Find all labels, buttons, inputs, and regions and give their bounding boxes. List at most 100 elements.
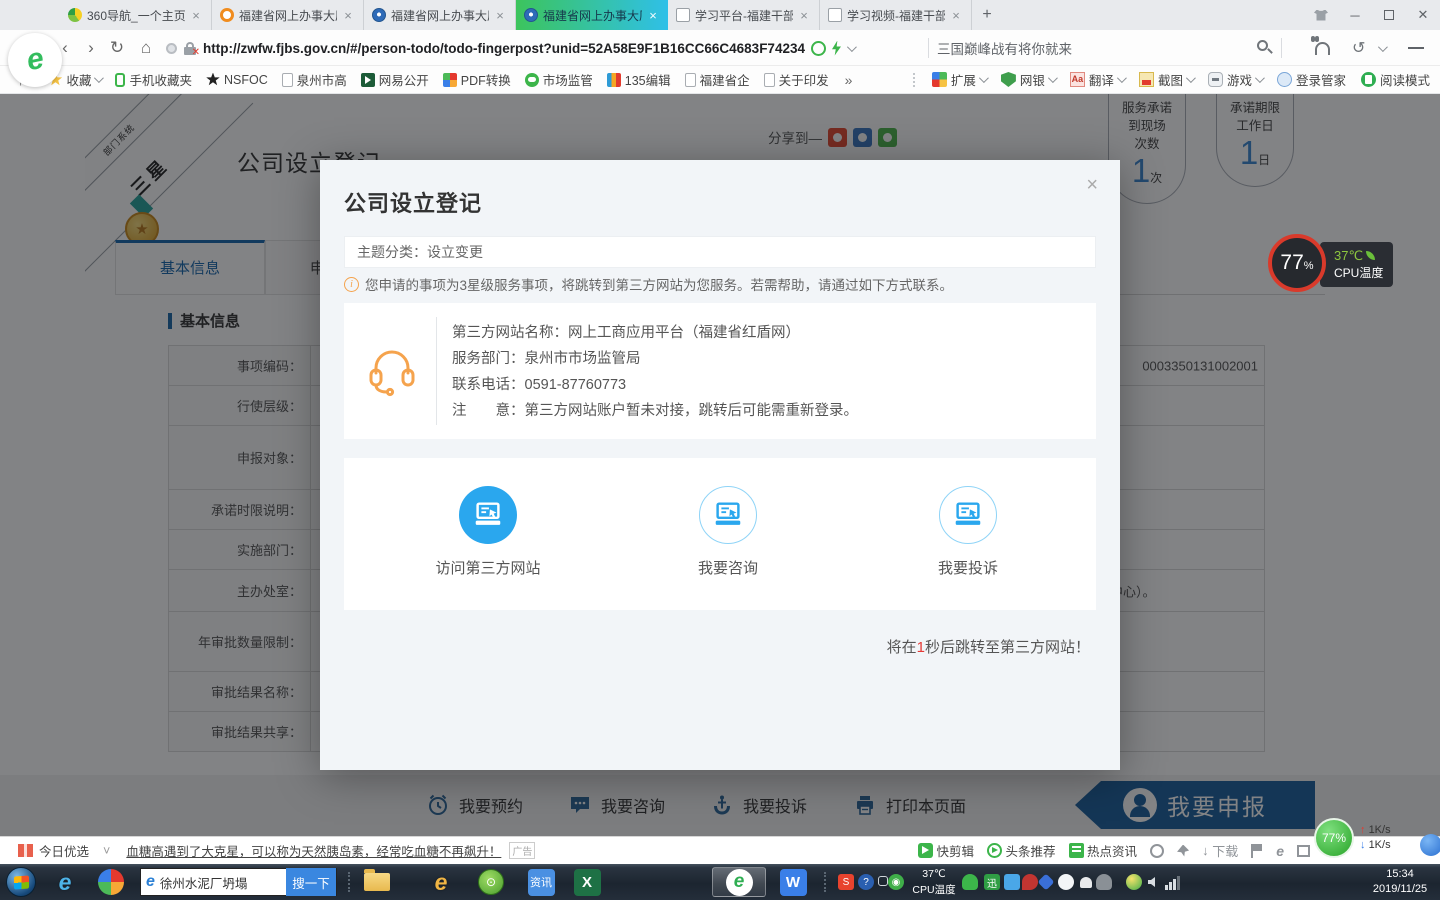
bookmark-fujian[interactable]: 福建省企 [685,70,750,89]
history-icon[interactable] [1150,844,1164,858]
tab-close-icon[interactable]: × [189,8,203,23]
tray-wifi-icon[interactable] [962,874,978,890]
tray-network-icon[interactable] [1164,874,1180,890]
tray-360-ball-icon[interactable] [1126,874,1142,890]
tab-close-icon[interactable]: × [797,8,811,23]
browser-search-box[interactable]: 三国巅峰战有将你就来 [920,34,1290,62]
tray-help-icon[interactable]: ? [858,874,874,890]
taskbar-search-box[interactable]: e 徐州水泥厂坍塌 搜一下 [140,868,337,896]
close-window-button[interactable]: ✕ [1406,0,1440,30]
tab-close-icon[interactable]: × [646,8,660,23]
tray-window-icon[interactable] [878,876,888,886]
gamepad-icon [1208,72,1223,87]
consult-dialog-button[interactable]: 我要咨询 [648,486,808,578]
taskbar-clock[interactable]: 15:34 2019/11/25 [1364,867,1436,897]
address-bar[interactable]: ✕ http://zwfw.fjbs.gov.cn/#/person-todo/… [160,34,910,62]
refresh-button[interactable]: ↻ [104,35,130,61]
url-text[interactable]: http://zwfw.fjbs.gov.cn/#/person-todo/to… [203,41,805,56]
search-icon[interactable] [1257,40,1273,56]
taskbar-zixun[interactable]: 资讯 [524,867,558,897]
speed-mode-icon[interactable] [832,41,841,56]
cpu-monitor-widget[interactable]: 77% 37℃ CPU温度 [1268,234,1393,292]
toolbar-password-manager[interactable]: 登录管家 [1277,70,1346,89]
search-suggestion-text[interactable]: 三国巅峰战有将你就来 [937,38,1257,58]
taskbar-search-button[interactable]: 搜一下 [286,868,336,896]
tray-sogou-icon[interactable]: S [838,874,854,890]
tab-close-icon[interactable]: × [949,8,963,23]
toutiao-shortcut[interactable]: 头条推荐 [987,841,1056,860]
rocket-icon[interactable] [1177,845,1189,857]
taskbar-ie[interactable]: e [48,867,82,897]
chevron-down-icon[interactable] [847,42,857,52]
home-button[interactable]: ⌂ [133,35,159,61]
bookmark-overflow-icon[interactable]: » [845,72,853,88]
new-tab-button[interactable]: + [972,0,1002,30]
window-frame-icon[interactable] [1297,845,1310,857]
ie-compat-icon[interactable]: e [1276,843,1284,859]
redirect-notice: i 您申请的事项为3星级服务事项，将跳转到第三方网站为您服务。若需帮助，请通过如… [344,274,953,294]
browser-tab-study-video[interactable]: 学习视频-福建干部网络学 × [820,0,972,30]
assistant-ball-icon[interactable] [1420,834,1440,856]
bookmark-pdf[interactable]: PDF转换 [443,70,511,89]
tray-bell-icon[interactable] [1078,874,1094,890]
taskbar-360-safety[interactable] [94,867,128,897]
tray-person-icon[interactable] [1096,874,1112,890]
bookmark-mobile-favorites[interactable]: 手机收藏夹 [115,70,192,89]
net-speed-widget[interactable]: 77% ↑ 1K/s ↓ 1K/s [1314,818,1391,858]
toolbar-bank[interactable]: 网银 [1001,70,1055,89]
tray-qw-icon[interactable]: 迅 [984,874,1000,890]
toolbar-screenshot[interactable]: 截图 [1139,70,1193,89]
toolbar-games[interactable]: 游戏 [1208,70,1262,89]
start-button[interactable] [4,867,38,897]
undo-closed-tab-icon[interactable]: ↺ [1352,38,1365,58]
toolbar-translate[interactable]: Aa翻译 [1070,70,1124,89]
taskbar-360-browser-active[interactable]: e [712,867,766,897]
browser-tab-study-platform[interactable]: 学习平台-福建干部网络学 × [668,0,820,30]
bookmark-135editor[interactable]: 135编辑 [607,70,671,89]
dialog-close-icon[interactable]: × [1086,174,1098,197]
complaint-dialog-button[interactable]: 我要投诉 [888,486,1048,578]
tray-360-icon[interactable]: ◉ [888,874,904,890]
auto-refresh-icon[interactable] [811,41,826,56]
taskbar-hotspot[interactable]: ⊙ [474,867,508,897]
tray-shield-icon[interactable] [1022,874,1038,890]
site-info-icon[interactable] [166,43,177,54]
maximize-button[interactable] [1372,0,1406,30]
flag-icon[interactable] [1251,844,1263,858]
tab-close-icon[interactable]: × [341,8,355,23]
visit-third-party-button[interactable]: 访问第三方网站 [408,486,568,578]
taskbar-search-text[interactable]: 徐州水泥厂坍塌 [160,873,248,892]
news-headline-link[interactable]: 血糖高遇到了大克星，可以称为天然胰岛素，经常吃血糖不再飙升！ [126,841,501,860]
collapse-caret[interactable]: ˅ [103,844,110,858]
bookmark-netease[interactable]: 网易公开 [361,70,429,89]
browser-tab-fjbs-1[interactable]: 福建省网上办事大厅 × [364,0,516,30]
daily-picks-label[interactable]: 今日优选 [39,841,89,860]
taskbar-excel[interactable]: X [570,867,604,897]
theme-skin-button[interactable] [1304,0,1338,30]
bookmark-market[interactable]: 市场监管 [525,70,593,89]
browser-tab-360search[interactable]: 福建省网上办事大厅_360搜 × [212,0,364,30]
browser-logo[interactable]: e [8,33,62,87]
download-button[interactable]: ↓ 下载 [1202,841,1238,860]
tray-diamond-icon[interactable] [1038,874,1055,891]
tray-blue-icon[interactable] [1004,874,1020,890]
taskbar-ie-gold[interactable]: e [424,867,458,897]
toolbar-extensions[interactable]: 扩展 [932,70,986,89]
quick-cut-shortcut[interactable]: 快剪辑 [918,841,974,860]
toolbar-reading-mode[interactable]: 阅读模式 [1361,70,1430,89]
browser-tab-360nav[interactable]: 360导航_一个主页，整个世 × [60,0,212,30]
chevron-down-icon[interactable] [1378,42,1388,52]
tray-volume-icon[interactable] [1146,874,1162,890]
minimize-button[interactable]: ─ [1338,0,1372,30]
tray-cpu-temp[interactable]: 37℃ CPU温度 [908,866,960,898]
bookmark-nsfoc[interactable]: NSFOC [206,73,268,87]
hot-news-shortcut[interactable]: 热点资讯 [1069,841,1138,860]
browser-tab-fjbs-active[interactable]: 福建省网上办事大厅 × [516,0,668,30]
bookmark-guanyu[interactable]: 关于印发 [764,70,829,89]
taskbar-wps[interactable]: W [776,867,810,897]
taskbar-explorer[interactable] [360,867,394,897]
forward-button[interactable]: › [78,35,104,61]
tab-close-icon[interactable]: × [493,8,507,23]
tray-cat-icon[interactable] [1058,874,1074,890]
bookmark-quanzhou[interactable]: 泉州市高 [282,70,347,89]
